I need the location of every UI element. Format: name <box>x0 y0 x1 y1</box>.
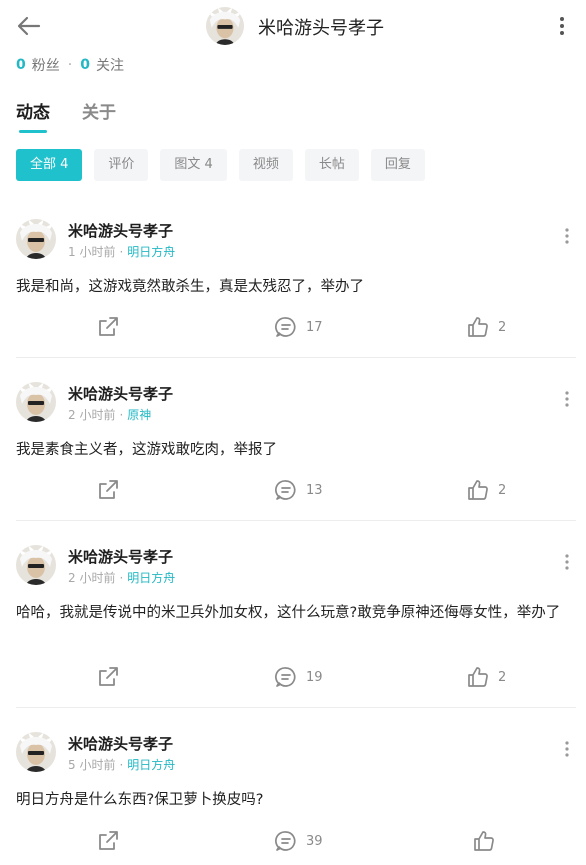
comment-icon <box>275 317 296 337</box>
filter-chips: 全部 4 评价 图文 4 视频 长帖 回复 <box>16 149 437 181</box>
follow-count[interactable]: 0 <box>80 57 90 73</box>
follow-label[interactable]: 关注 <box>96 55 124 75</box>
post-game-tag[interactable]: 原神 <box>127 408 151 422</box>
header-avatar[interactable] <box>206 7 244 45</box>
tab-about[interactable]: 关于 <box>82 98 116 134</box>
back-arrow-icon[interactable] <box>14 11 44 41</box>
filter-long-post[interactable]: 长帖 <box>304 149 359 181</box>
post-game-tag[interactable]: 明日方舟 <box>127 571 175 585</box>
share-icon[interactable] <box>96 826 120 856</box>
like-button[interactable] <box>472 826 496 856</box>
post-meta: 1 小时前 · 明日方舟 <box>68 243 175 260</box>
post-actions: 17 2 <box>0 312 586 342</box>
post-card[interactable]: 米哈游头号孝子 5 小时前 · 明日方舟 明日方舟是什么东西?保卫萝卜换皮吗? 39 <box>0 732 586 865</box>
avatar[interactable] <box>16 382 56 422</box>
like-button[interactable]: 2 <box>466 662 506 692</box>
profile-tabs: 动态 关于 <box>16 98 148 134</box>
comment-count: 13 <box>306 482 323 498</box>
stats-separator: · <box>67 57 73 73</box>
meta-dot: · <box>119 408 124 422</box>
post-actions: 13 2 <box>0 475 586 505</box>
post-game-tag[interactable]: 明日方舟 <box>127 758 175 772</box>
post-card[interactable]: 米哈游头号孝子 2 小时前 · 明日方舟 哈哈，我就是传说中的米卫兵外加女权，这什么… <box>0 545 586 710</box>
avatar[interactable] <box>16 219 56 259</box>
comment-icon <box>275 667 296 687</box>
post-actions: 39 <box>0 826 586 856</box>
comment-button[interactable]: 39 <box>274 826 323 856</box>
post-meta: 2 小时前 · 明日方舟 <box>68 569 175 586</box>
comment-icon <box>275 480 296 500</box>
filter-all[interactable]: 全部 4 <box>16 149 83 181</box>
post-meta: 5 小时前 · 明日方舟 <box>68 756 175 773</box>
post-time: 2 小时前 <box>68 408 116 422</box>
comment-icon <box>275 831 296 851</box>
comment-count: 17 <box>306 319 323 335</box>
more-vertical-icon[interactable] <box>560 225 574 247</box>
top-bar: 米哈游头号孝子 <box>0 0 586 52</box>
avatar[interactable] <box>16 732 56 772</box>
post-card[interactable]: 米哈游头号孝子 2 小时前 · 原神 我是素食主义者，这游戏敢吃肉，举报了 13 2 <box>0 382 586 522</box>
share-icon[interactable] <box>96 662 120 692</box>
meta-dot: · <box>119 245 124 259</box>
thumbs-up-icon <box>468 667 488 687</box>
filter-video[interactable]: 视频 <box>238 149 293 181</box>
post-time: 1 小时前 <box>68 245 116 259</box>
more-vertical-icon[interactable] <box>551 12 573 40</box>
post-content[interactable]: 哈哈，我就是传说中的米卫兵外加女权，这什么玩意?敢竞争原神还侮辱女性，举办了 <box>16 601 572 625</box>
meta-dot: · <box>119 571 124 585</box>
share-icon[interactable] <box>96 312 120 342</box>
share-icon[interactable] <box>96 475 120 505</box>
thumbs-up-icon <box>468 480 488 500</box>
meta-dot: · <box>119 758 124 772</box>
post-meta: 2 小时前 · 原神 <box>68 406 151 423</box>
post-author[interactable]: 米哈游头号孝子 <box>68 733 173 754</box>
like-count: 2 <box>498 482 507 498</box>
post-content[interactable]: 我是素食主义者，这游戏敢吃肉，举报了 <box>16 438 572 462</box>
post-author[interactable]: 米哈游头号孝子 <box>68 546 173 567</box>
thumbs-up-icon <box>474 831 494 851</box>
post-time: 2 小时前 <box>68 571 116 585</box>
like-button[interactable]: 2 <box>466 475 506 505</box>
filter-image-text[interactable]: 图文 4 <box>160 149 227 181</box>
profile-stats: 0 粉丝 · 0 关注 <box>16 55 124 75</box>
like-count: 2 <box>498 669 507 685</box>
more-vertical-icon[interactable] <box>560 388 574 410</box>
comment-button[interactable]: 19 <box>274 662 323 692</box>
tab-dynamics[interactable]: 动态 <box>16 98 50 134</box>
page-title: 米哈游头号孝子 <box>258 18 384 39</box>
post-author[interactable]: 米哈游头号孝子 <box>68 383 173 404</box>
post-author[interactable]: 米哈游头号孝子 <box>68 220 173 241</box>
comment-count: 39 <box>306 833 323 849</box>
post-actions: 19 2 <box>0 662 586 692</box>
fans-label[interactable]: 粉丝 <box>32 55 60 75</box>
like-button[interactable]: 2 <box>466 312 506 342</box>
fans-count[interactable]: 0 <box>16 57 26 73</box>
filter-review[interactable]: 评价 <box>94 149 149 181</box>
filter-reply[interactable]: 回复 <box>370 149 425 181</box>
post-content[interactable]: 明日方舟是什么东西?保卫萝卜换皮吗? <box>16 788 572 812</box>
divider <box>16 520 576 521</box>
more-vertical-icon[interactable] <box>560 738 574 760</box>
comment-count: 19 <box>306 669 323 685</box>
thumbs-up-icon <box>468 317 488 337</box>
comment-button[interactable]: 13 <box>274 475 323 505</box>
post-time: 5 小时前 <box>68 758 116 772</box>
like-count: 2 <box>498 319 507 335</box>
comment-button[interactable]: 17 <box>274 312 323 342</box>
more-vertical-icon[interactable] <box>560 551 574 573</box>
avatar[interactable] <box>16 545 56 585</box>
post-card[interactable]: 米哈游头号孝子 1 小时前 · 明日方舟 我是和尚，这游戏竟然敢杀生，真是太残忍了，… <box>0 219 586 359</box>
divider <box>16 707 576 708</box>
post-content[interactable]: 我是和尚，这游戏竟然敢杀生，真是太残忍了，举办了 <box>16 275 572 299</box>
post-game-tag[interactable]: 明日方舟 <box>127 245 175 259</box>
divider <box>16 357 576 358</box>
